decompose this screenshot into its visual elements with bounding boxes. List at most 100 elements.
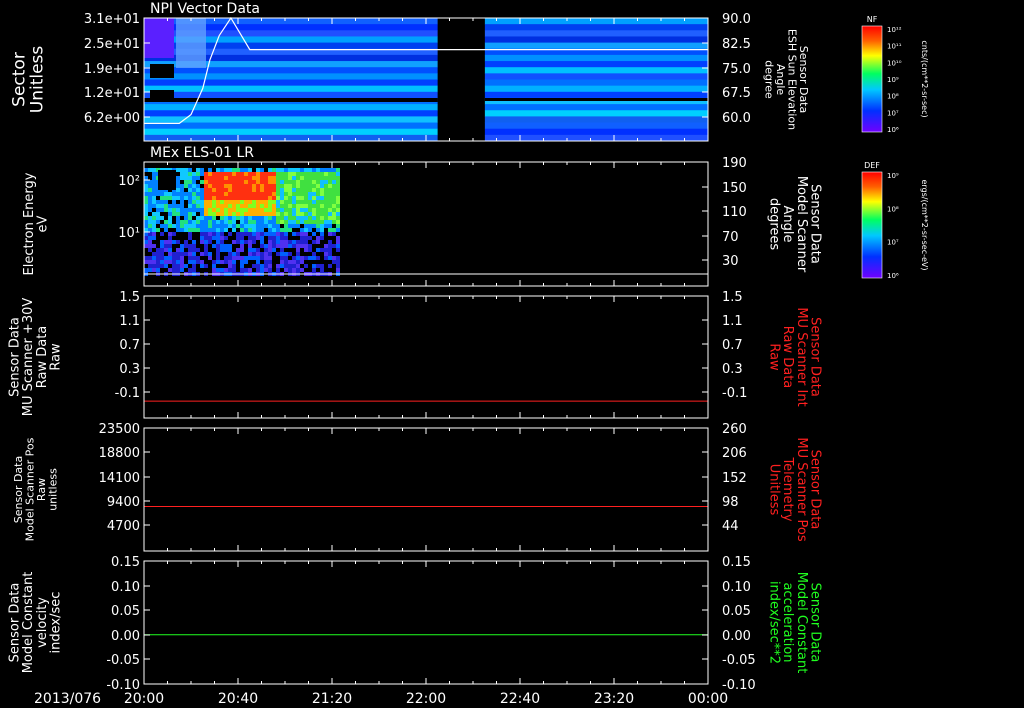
heatmap-cell — [264, 264, 268, 268]
heatmap-cell — [224, 244, 228, 248]
heatmap-cell — [152, 172, 156, 176]
axis-label-line: Raw — [767, 343, 782, 371]
heatmap-cell — [240, 180, 244, 184]
left-tick-label: 10¹ — [118, 226, 140, 241]
heatmap-cell — [172, 260, 176, 264]
heatmap-cell — [484, 79, 708, 87]
heatmap-cell — [324, 212, 328, 216]
heatmap-cell — [240, 220, 244, 224]
heatmap-cell — [272, 200, 276, 204]
heatmap-cell — [200, 204, 204, 208]
heatmap-cell — [248, 200, 252, 204]
heatmap-cell — [336, 208, 340, 212]
heatmap-cell — [232, 224, 236, 228]
heatmap-cell — [312, 204, 316, 208]
heatmap-cell — [196, 204, 200, 208]
axis-label-line: index/sec**2 — [767, 581, 782, 664]
heatmap-cell — [296, 188, 300, 192]
heatmap-cell — [320, 188, 324, 192]
heatmap-cell — [228, 232, 232, 236]
heatmap-cell — [296, 256, 300, 260]
right-tick-label: 1.5 — [722, 290, 743, 305]
heatmap-cell — [260, 192, 264, 196]
heatmap-cell — [236, 184, 240, 188]
heatmap-cell — [296, 208, 300, 212]
heatmap-cell — [212, 208, 216, 212]
heatmap-cell — [272, 196, 276, 200]
heatmap-cell — [228, 192, 232, 196]
heatmap-cell — [336, 240, 340, 244]
heatmap-cell — [300, 176, 304, 180]
heatmap-cell — [256, 180, 260, 184]
heatmap-cell — [248, 268, 252, 272]
heatmap-cell — [252, 232, 256, 236]
heatmap-cell — [280, 216, 284, 220]
heatmap-cell — [172, 264, 176, 268]
heatmap-cell — [284, 200, 288, 204]
left-tick-label: 9400 — [107, 495, 140, 510]
x-tick-label: 21:20 — [312, 691, 352, 707]
heatmap-cell — [180, 252, 184, 256]
heatmap-cell — [172, 196, 176, 200]
heatmap-cell — [172, 252, 176, 256]
heatmap-cell — [316, 168, 320, 172]
heatmap-cell — [192, 224, 196, 228]
heatmap-cell — [188, 220, 192, 224]
heatmap-cell — [240, 200, 244, 204]
heatmap-cell — [264, 256, 268, 260]
heatmap-cell — [152, 216, 156, 220]
left-axis-label: Electron EnergyeV — [22, 172, 51, 275]
heatmap-cell — [152, 168, 156, 172]
heatmap-cell — [312, 200, 316, 204]
heatmap-cell — [312, 208, 316, 212]
heatmap-cell — [176, 196, 180, 200]
heatmap-cell — [204, 212, 208, 216]
heatmap-cell — [288, 240, 292, 244]
heatmap-cell — [176, 256, 180, 260]
heatmap-cell — [176, 208, 180, 212]
heatmap-cell — [260, 252, 264, 256]
date-label: 2013/076 — [34, 691, 101, 707]
heatmap-cell — [328, 184, 332, 188]
heatmap-cell — [200, 212, 204, 216]
heatmap-cell — [484, 98, 708, 101]
heatmap-cell — [308, 176, 312, 180]
heatmap-cell — [212, 228, 216, 232]
heatmap-cell — [276, 244, 280, 248]
heatmap-cell — [268, 204, 272, 208]
heatmap-cell — [320, 216, 324, 220]
heatmap-cell — [244, 260, 248, 264]
heatmap-cell — [192, 256, 196, 260]
heatmap-cell — [152, 184, 156, 188]
heatmap-cell — [184, 168, 188, 172]
heatmap-cell — [276, 168, 280, 172]
right-axis-label: Sensor DataModel Constantaccelerationind… — [767, 572, 823, 674]
left-tick-label: 0.00 — [111, 629, 140, 644]
colorbar-tick: 10⁹ — [887, 172, 899, 180]
heatmap-cell — [280, 232, 284, 236]
heatmap-cell — [220, 184, 224, 188]
heatmap-cell — [484, 18, 708, 25]
heatmap-cell — [276, 224, 280, 228]
heatmap-cell — [176, 216, 180, 220]
heatmap-cell — [256, 196, 260, 200]
heatmap-cell — [176, 224, 180, 228]
x-tick-label: 22:40 — [500, 691, 540, 707]
heatmap-cell — [284, 192, 288, 196]
left-tick-label: 6.2e+00 — [84, 111, 140, 126]
heatmap-cell — [276, 212, 280, 216]
heatmap-cell — [232, 264, 236, 268]
right-tick-label: 30 — [722, 254, 739, 269]
right-axis-label: Sensor DataMU Scanner IntRaw DataRaw — [767, 307, 823, 406]
heatmap-cell — [248, 180, 252, 184]
heatmap-cell — [284, 244, 288, 248]
heatmap-cell — [244, 208, 248, 212]
colorbar-tick: 10¹² — [887, 26, 902, 34]
heatmap-cell — [240, 208, 244, 212]
heatmap-cell — [268, 192, 272, 196]
heatmap-cell — [156, 264, 160, 268]
left-tick-label: 0.10 — [111, 580, 140, 595]
heatmap-cell — [236, 188, 240, 192]
heatmap-cell — [216, 228, 220, 232]
left-tick-label: 4700 — [107, 519, 140, 534]
